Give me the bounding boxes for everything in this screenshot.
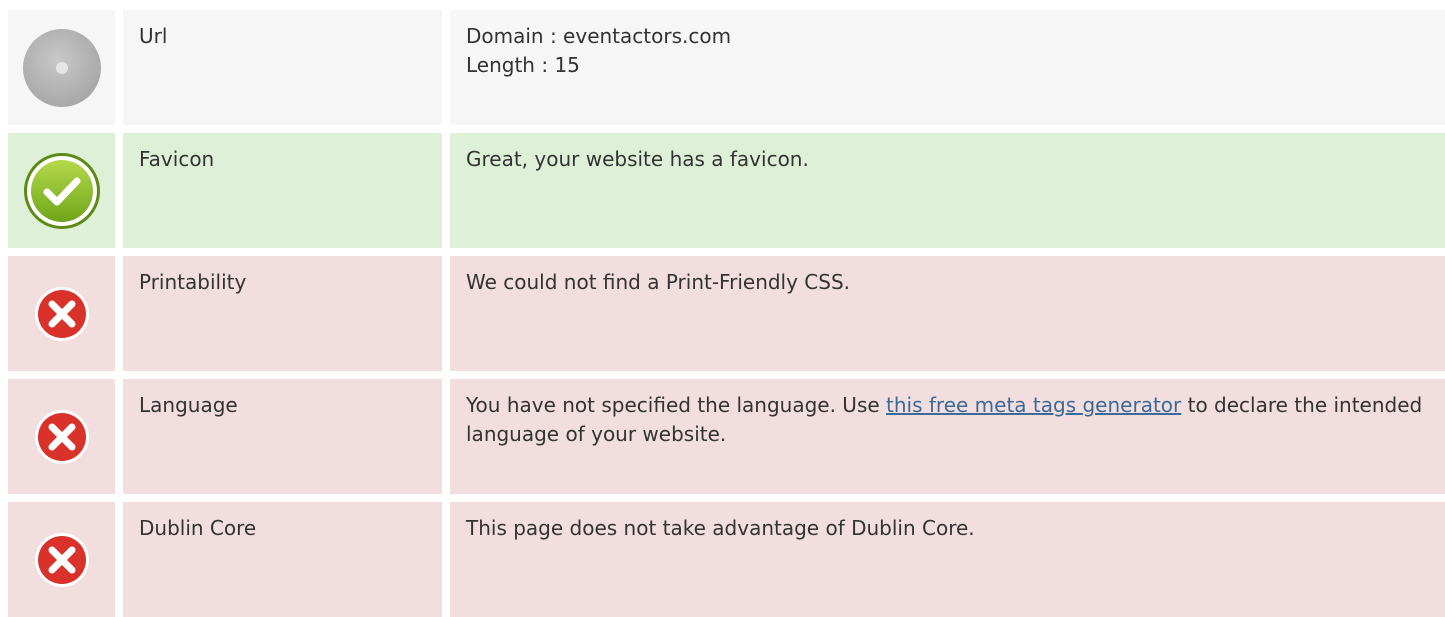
meta-tags-generator-link[interactable]: this free meta tags generator [886,393,1181,417]
status-cell [8,133,115,248]
neutral-circle-icon [22,28,102,108]
table-row-language: Language You have not specified the lang… [8,379,1445,494]
check-result-cell: This page does not take advantage of Dub… [450,502,1445,617]
status-cell [8,379,115,494]
check-name: Dublin Core [139,516,257,540]
check-name-cell: Language [123,379,442,494]
check-name: Printability [139,270,247,294]
error-x-icon [34,409,90,465]
error-x-icon [34,532,90,588]
result-text-before-link: You have not specified the language. Use [466,393,887,417]
check-name-cell: Dublin Core [123,502,442,617]
status-cell [8,256,115,371]
check-name: Url [139,24,168,48]
check-result-cell: Great, your website has a favicon. [450,133,1445,248]
table-row-favicon: Favicon Great, your website has a favico… [8,133,1445,248]
error-x-icon [34,286,90,342]
status-cell [8,502,115,617]
seo-results-table: Url Domain : eventactors.com Length : 15 [8,10,1445,617]
table-row-dublin-core: Dublin Core This page does not take adva… [8,502,1445,617]
table-row-url: Url Domain : eventactors.com Length : 15 [8,10,1445,125]
check-result-cell: You have not specified the language. Use… [450,379,1445,494]
check-name-cell: Favicon [123,133,442,248]
check-name-cell: Url [123,10,442,125]
length-line: Length : 15 [466,53,580,77]
result-text: This page does not take advantage of Dub… [466,516,975,540]
table-row-printability: Printability We could not find a Print-F… [8,256,1445,371]
checkmark-icon [22,151,102,231]
check-result-cell: Domain : eventactors.com Length : 15 [450,10,1445,125]
check-name: Language [139,393,238,417]
result-text: We could not find a Print-Friendly CSS. [466,270,851,294]
result-text: Great, your website has a favicon. [466,147,809,171]
check-result-cell: We could not find a Print-Friendly CSS. [450,256,1445,371]
check-name: Favicon [139,147,215,171]
check-name-cell: Printability [123,256,442,371]
domain-line: Domain : eventactors.com [466,24,732,48]
status-cell [8,10,115,125]
